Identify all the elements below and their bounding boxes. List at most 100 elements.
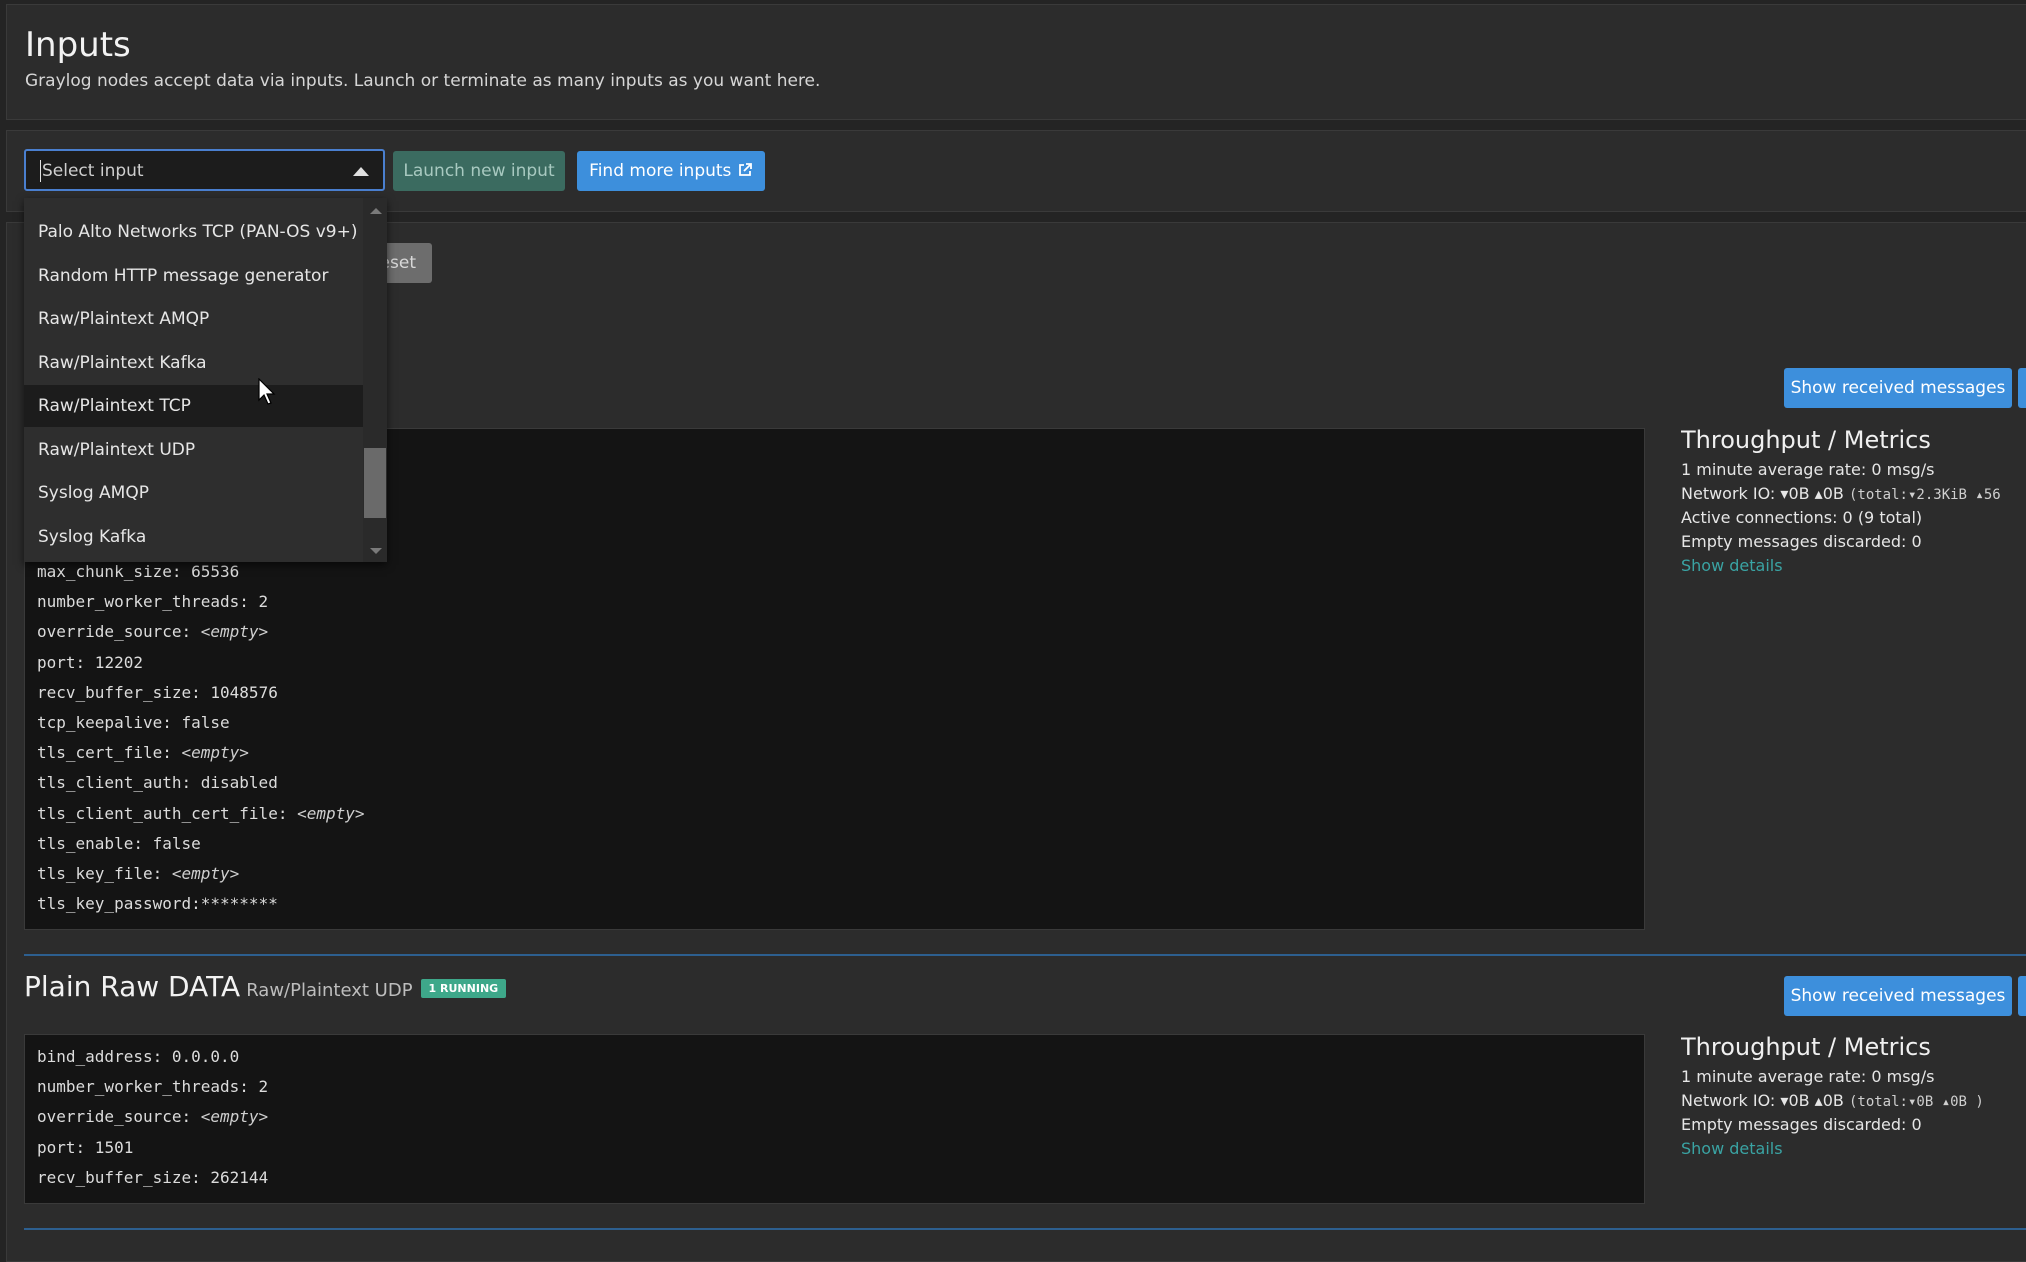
scroll-down-icon[interactable] — [370, 548, 382, 554]
input-type-dropdown-menu: Palo Alto Networks TCP (PAN-OS v9+) Rando… — [24, 198, 387, 562]
config-line: number_worker_threads: 2 — [37, 1077, 268, 1096]
dropdown-option[interactable]: Syslog Kafka — [24, 516, 363, 558]
config-value: 12202 — [85, 652, 143, 672]
launch-new-input-button[interactable]: Launch new input — [393, 151, 565, 191]
metrics-title: Throughput / Metrics — [1681, 426, 1931, 454]
more-actions-button[interactable] — [2018, 368, 2026, 408]
config-key: override_source: — [37, 622, 192, 642]
select-input-placeholder: Select input — [42, 161, 144, 181]
config-key: tls_client_auth: — [37, 773, 192, 793]
empty-messages-discarded: Empty messages discarded: 0 — [1681, 1115, 1922, 1134]
config-line: bind_address: 0.0.0.0 — [37, 1047, 239, 1066]
config-line: tls_key_password:******** — [37, 894, 278, 913]
dropdown-option[interactable]: Raw/Plaintext AMQP — [24, 298, 363, 340]
config-key: max_chunk_size: — [37, 562, 182, 581]
external-link-icon — [738, 163, 752, 176]
config-line: port: 1501 — [37, 1138, 133, 1157]
config-value: 65536 — [181, 562, 240, 581]
config-line: tls_client_auth: disabled — [37, 773, 278, 792]
network-io-total-label: (total: — [1848, 1094, 1908, 1110]
page-title: Inputs — [25, 25, 131, 65]
throughput-metrics: Throughput / Metrics 1 minute average ra… — [1681, 1033, 2026, 1161]
throughput-metrics: Throughput / Metrics 1 minute average ra… — [1681, 426, 2026, 578]
config-key: port: — [37, 652, 86, 672]
page-header: Inputs Graylog nodes accept data via inp… — [6, 4, 2026, 120]
network-io: Network IO: ▾0B ▴0B (total:▾0B ▴0B ) — [1681, 1089, 2026, 1113]
network-io-total-label: (total: — [1848, 487, 1908, 503]
config-line: tcp_keepalive: false — [37, 713, 230, 732]
config-line: override_source: <empty> — [37, 1107, 268, 1126]
config-key: tcp_keepalive: — [37, 713, 172, 732]
average-rate: 1 minute average rate: 0 msg/s — [1681, 460, 1935, 479]
config-value: disabled — [191, 773, 278, 793]
config-key: tls_enable: — [37, 833, 143, 853]
config-line: tls_cert_file: <empty> — [37, 743, 249, 762]
text-cursor — [40, 160, 41, 182]
page-description: Graylog nodes accept data via inputs. La… — [25, 71, 821, 91]
input-divider — [24, 1228, 2026, 1230]
config-key: number_worker_threads: — [37, 592, 249, 612]
dropdown-option[interactable]: Palo Alto Networks TCP (PAN-OS v9+) — [24, 211, 363, 253]
empty-messages-discarded: Empty messages discarded: 0 — [1681, 532, 1922, 551]
config-line: recv_buffer_size: 1048576 — [37, 683, 278, 702]
config-key: number_worker_threads: — [37, 1077, 249, 1097]
find-more-inputs-label: Find more inputs — [589, 161, 732, 181]
caret-up-icon[interactable] — [353, 167, 369, 176]
config-value: ******** — [200, 894, 278, 914]
input-title-row: Plain Raw DATA Raw/Plaintext UDP 1 RUNNING — [24, 970, 507, 1003]
config-value: false — [171, 713, 230, 732]
config-key: port: — [37, 1137, 86, 1157]
dropdown-scrollbar-thumb[interactable] — [364, 448, 386, 518]
more-actions-button[interactable] — [2018, 976, 2026, 1016]
show-details-link[interactable]: Show details — [1681, 1137, 2026, 1161]
mouse-cursor-icon — [258, 378, 276, 405]
config-line: tls_key_file: <empty> — [37, 864, 239, 883]
config-value: <empty> — [162, 864, 240, 883]
config-value: <empty> — [171, 743, 249, 763]
average-rate: 1 minute average rate: 0 msg/s — [1681, 1067, 1935, 1086]
config-value: false — [142, 833, 201, 853]
config-value: <empty> — [191, 1107, 269, 1127]
config-value: 1048576 — [200, 682, 278, 702]
config-line: tls_client_auth_cert_file: <empty> — [37, 804, 365, 823]
show-received-messages-button[interactable]: Show received messages — [1784, 368, 2012, 408]
metrics-title: Throughput / Metrics — [1681, 1033, 1931, 1061]
input-config-box: bind_address: 0.0.0.0 number_worker_threa… — [24, 1034, 1645, 1204]
config-line: tls_enable: false — [37, 834, 201, 853]
config-value: 262144 — [200, 1167, 269, 1187]
network-io-total-value: ▾2.3KiB ▴56 — [1907, 487, 2001, 503]
input-title: Plain Raw DATA — [24, 970, 241, 1003]
config-value: <empty> — [191, 622, 269, 642]
active-connections: Active connections: 0 (9 total) — [1681, 508, 1923, 527]
status-badge: 1 RUNNING — [420, 979, 507, 998]
config-key: tls_key_password: — [37, 894, 201, 914]
network-io-label: Network IO: — [1681, 1091, 1776, 1110]
config-key: override_source: — [37, 1107, 192, 1127]
dropdown-option[interactable]: Raw/Plaintext UDP — [24, 429, 363, 471]
config-value: 2 — [248, 592, 269, 612]
input-divider — [24, 954, 2026, 956]
network-io-label: Network IO: — [1681, 484, 1776, 503]
config-key: recv_buffer_size: — [37, 1167, 201, 1187]
dropdown-option[interactable]: Raw/Plaintext Kafka — [24, 342, 363, 384]
dropdown-option[interactable]: Raw/Plaintext TCP — [24, 385, 363, 427]
config-key: tls_key_file: — [37, 864, 163, 883]
dropdown-option[interactable]: Syslog AMQP — [24, 472, 363, 514]
config-line: override_source: <empty> — [37, 622, 268, 641]
config-value: 2 — [248, 1077, 269, 1097]
scroll-up-icon[interactable] — [370, 208, 382, 214]
config-value: <empty> — [287, 803, 365, 823]
config-value: 0.0.0.0 — [162, 1047, 240, 1066]
config-value: 1501 — [85, 1137, 134, 1157]
show-details-link[interactable]: Show details — [1681, 554, 2026, 578]
select-input-dropdown[interactable]: Select input — [24, 149, 385, 191]
config-key: tls_client_auth_cert_file: — [37, 803, 288, 823]
show-received-messages-button[interactable]: Show received messages — [1784, 976, 2012, 1016]
network-io-total-value: ▾0B ▴0B ) — [1907, 1094, 1984, 1110]
config-line: max_chunk_size: 65536 — [37, 562, 239, 581]
config-key: bind_address: — [37, 1047, 163, 1066]
dropdown-option[interactable]: Random HTTP message generator — [24, 255, 363, 297]
find-more-inputs-button[interactable]: Find more inputs — [577, 151, 765, 191]
input-type: Raw/Plaintext UDP — [246, 980, 413, 1001]
network-io: Network IO: ▾0B ▴0B (total:▾2.3KiB ▴56 — [1681, 482, 2026, 506]
